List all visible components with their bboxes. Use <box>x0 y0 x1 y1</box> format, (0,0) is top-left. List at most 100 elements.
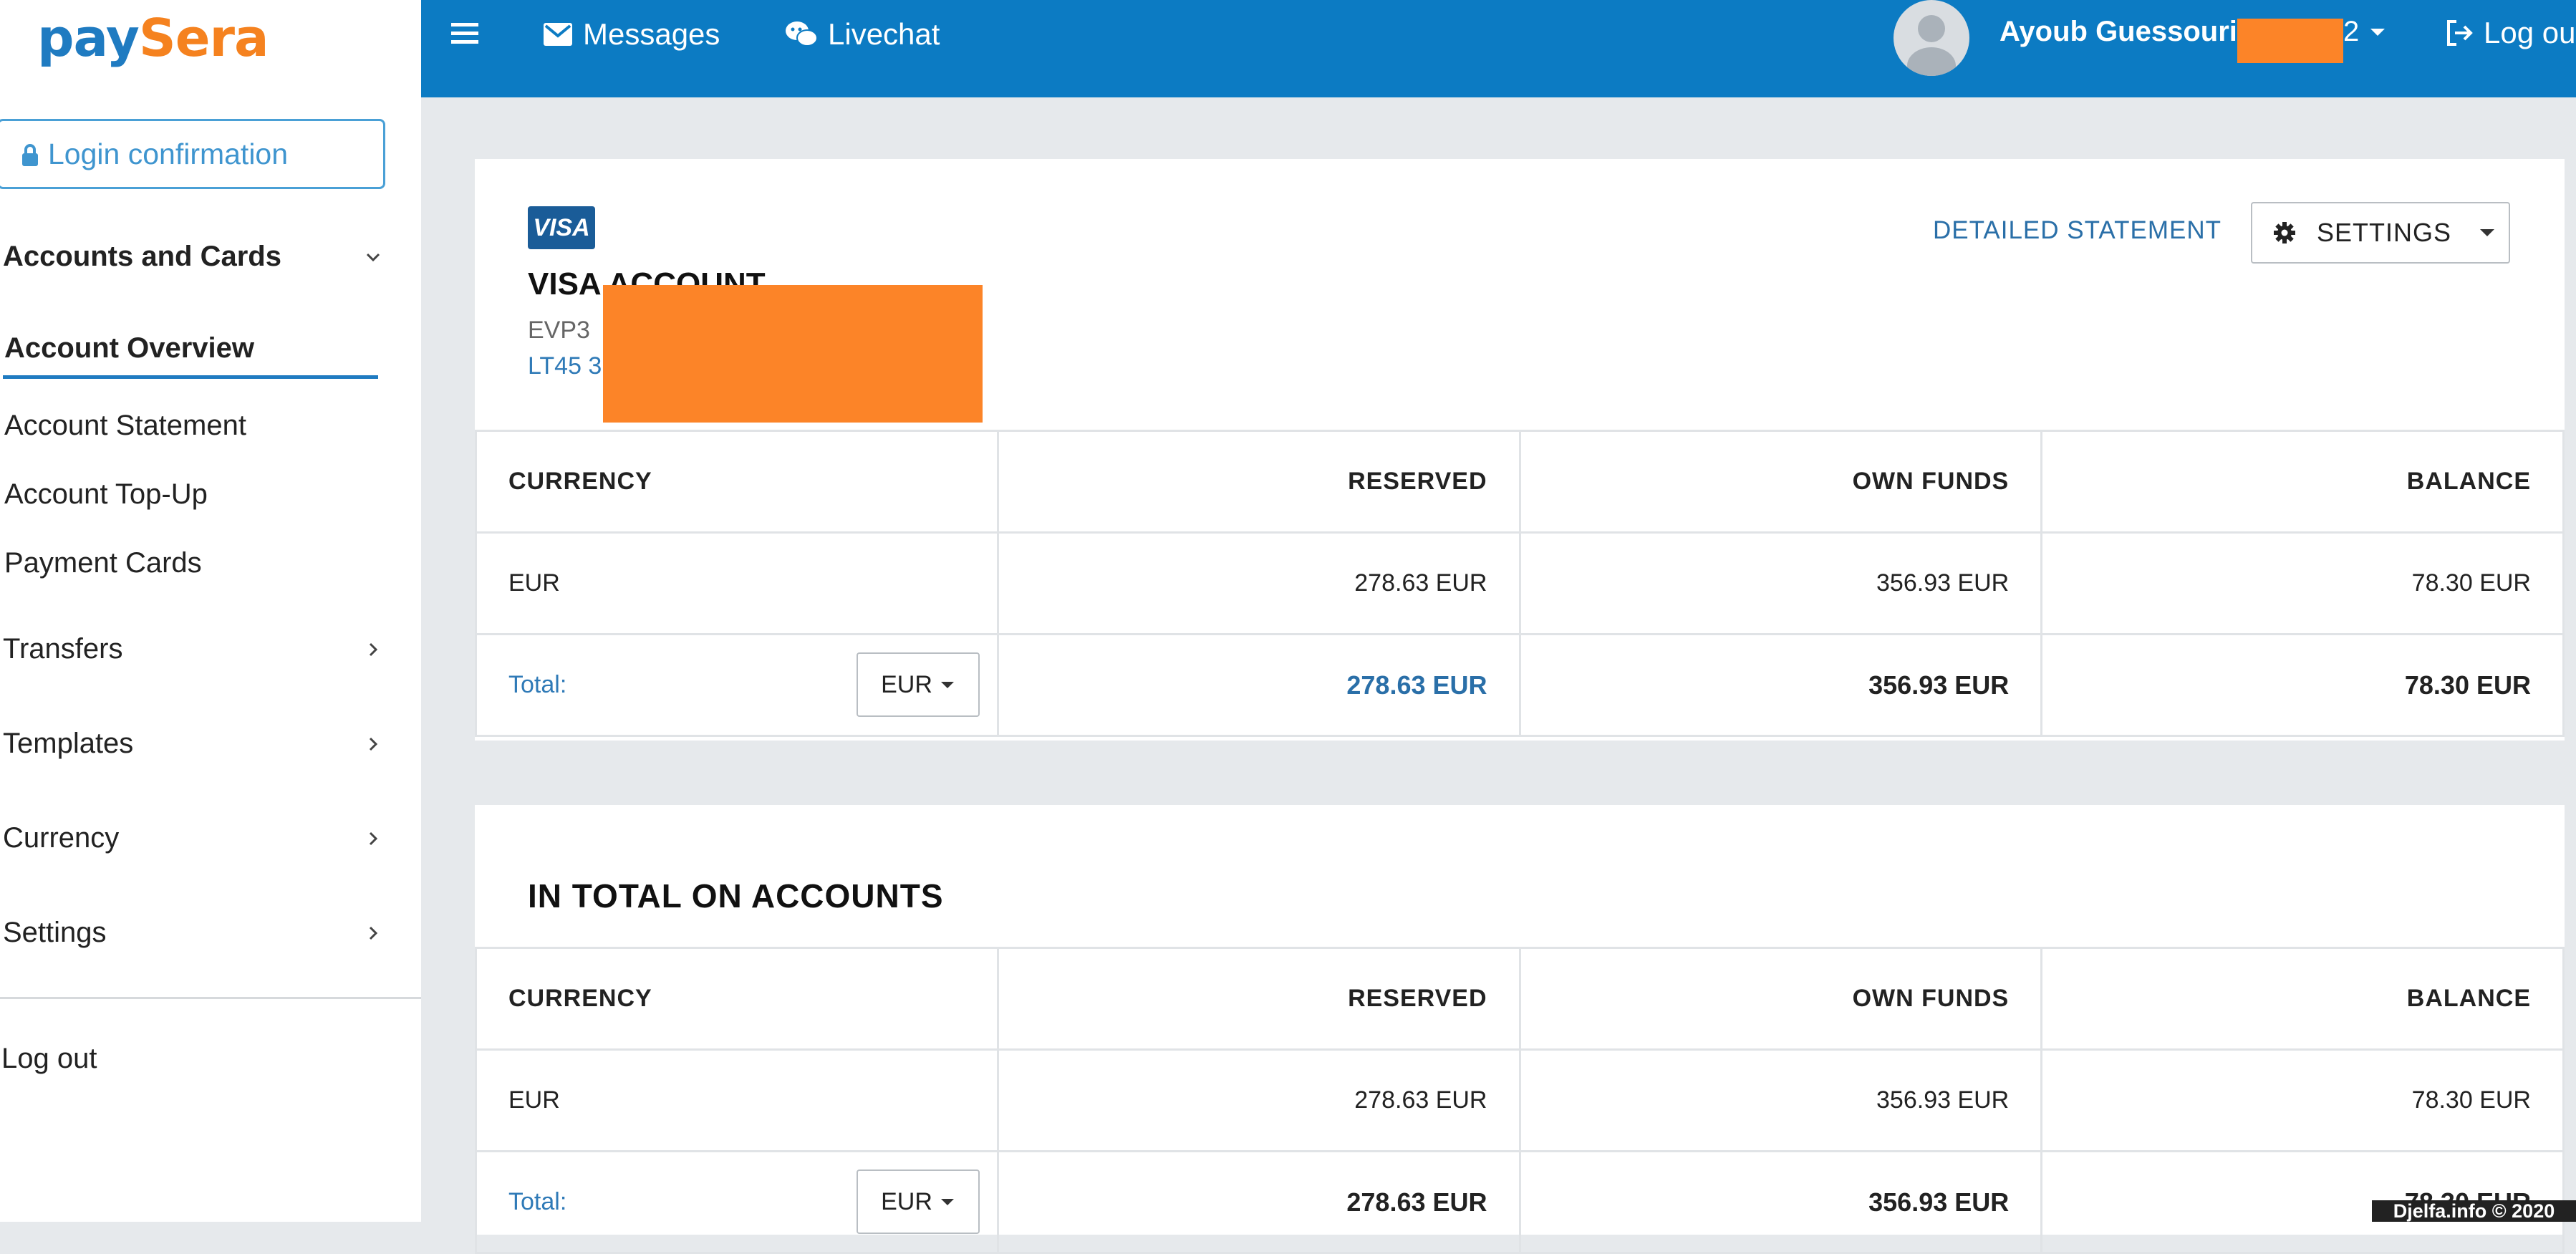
table-row: EUR 278.63 EUR 356.93 EUR 78.30 EUR <box>475 1048 2565 1152</box>
paysera-logo[interactable]: pay Sera <box>37 6 269 70</box>
balance-cell: 78.30 EUR <box>2040 531 2565 635</box>
user-silhouette-icon <box>1907 15 1956 76</box>
watermark: Djelfa.info © 2020 <box>2372 1200 2576 1222</box>
sidebar-section-label: Templates <box>3 728 134 759</box>
hamburger-icon <box>451 23 478 44</box>
column-header: OWN FUNDS <box>1518 430 2043 534</box>
gear-icon <box>2274 222 2295 243</box>
column-header: CURRENCY <box>475 947 999 1051</box>
livechat-link[interactable]: Livechat <box>785 17 940 52</box>
sidebar-section-label: Settings <box>3 917 107 948</box>
own-funds-cell: 356.93 EUR <box>1518 531 2043 635</box>
selected-currency: EUR <box>881 670 932 698</box>
redacted-area <box>603 285 983 423</box>
section-title: IN TOTAL ON ACCOUNTS <box>528 877 944 915</box>
column-header: BALANCE <box>2040 430 2565 534</box>
logo-part-sera: Sera <box>138 8 269 68</box>
total-label: Total: <box>508 1188 567 1215</box>
sidebar: pay Sera Login confirmation Accounts and … <box>0 0 421 1222</box>
settings-dropdown-button[interactable]: SETTINGS <box>2251 202 2510 264</box>
total-label-cell: Total: EUR <box>475 633 999 737</box>
currency-cell: EUR <box>475 531 999 635</box>
sidebar-section-transfers[interactable]: Transfers <box>3 633 382 665</box>
total-balance-table: CURRENCY RESERVED OWN FUNDS BALANCE EUR … <box>475 947 2565 1254</box>
sidebar-item-account-overview[interactable]: Account Overview <box>4 332 254 365</box>
active-item-underline <box>3 375 378 379</box>
user-menu-dropdown[interactable]: 2 <box>2343 16 2386 48</box>
messages-label: Messages <box>583 17 720 51</box>
sidebar-section-accounts-and-cards[interactable]: Accounts and Cards <box>3 241 382 273</box>
reserved-cell: 278.63 EUR <box>996 531 1521 635</box>
user-name-suffix: 2 <box>2343 16 2360 47</box>
column-header: RESERVED <box>996 430 1521 534</box>
account-iban[interactable]: LT45 3 <box>528 352 602 380</box>
account-evp-number: EVP3 <box>528 317 590 344</box>
selected-currency: EUR <box>881 1187 932 1215</box>
total-label-cell: Total: EUR <box>475 1150 999 1254</box>
sidebar-section-settings[interactable]: Settings <box>3 917 382 949</box>
caret-down-icon <box>940 682 954 688</box>
total-own-funds-cell: 356.93 EUR <box>1518 633 2043 737</box>
table-header-row: CURRENCY RESERVED OWN FUNDS BALANCE <box>475 430 2565 534</box>
currency-cell: EUR <box>475 1048 999 1152</box>
sidebar-section-label: Transfers <box>3 633 123 665</box>
column-header: OWN FUNDS <box>1518 947 2043 1051</box>
logout-label: Log ou <box>2484 16 2576 49</box>
total-balance-cell: 78.30 EUR <box>2040 633 2565 737</box>
lock-icon <box>22 144 38 166</box>
total-on-accounts-card: IN TOTAL ON ACCOUNTS CURRENCY RESERVED O… <box>475 805 2565 1254</box>
total-currency-select[interactable]: EUR <box>857 1169 980 1234</box>
sidebar-divider <box>0 997 421 999</box>
column-header: BALANCE <box>2040 947 2565 1051</box>
total-currency-select[interactable]: EUR <box>857 652 980 717</box>
messages-link[interactable]: Messages <box>543 17 720 52</box>
sidebar-item-account-top-up[interactable]: Account Top-Up <box>4 478 208 511</box>
chevron-right-icon <box>369 737 378 751</box>
user-menu[interactable]: Ayoub Guessouri <box>1999 16 2237 48</box>
caret-down-icon <box>2370 28 2386 36</box>
chevron-down-icon <box>366 253 380 261</box>
user-name: Ayoub Guessouri <box>1999 16 2237 47</box>
total-own-funds-cell: 356.93 EUR <box>1518 1150 2043 1254</box>
table-header-row: CURRENCY RESERVED OWN FUNDS BALANCE <box>475 947 2565 1051</box>
top-navigation-bar: Messages Livechat Ayoub Guessouri 2 Log … <box>421 0 2576 97</box>
caret-down-icon <box>2480 229 2495 236</box>
redacted-area <box>2237 19 2343 63</box>
sidebar-item-account-statement[interactable]: Account Statement <box>4 410 246 442</box>
chevron-right-icon <box>369 926 378 940</box>
column-header: RESERVED <box>996 947 1521 1051</box>
reserved-cell: 278.63 EUR <box>996 1048 1521 1152</box>
detailed-statement-link[interactable]: DETAILED STATEMENT <box>1933 216 2222 245</box>
login-confirmation-button[interactable]: Login confirmation <box>0 119 385 189</box>
avatar[interactable] <box>1894 0 1969 76</box>
logout-link[interactable]: Log ou <box>2445 16 2575 50</box>
total-reserved-cell: 278.63 EUR <box>996 1150 1521 1254</box>
total-row: Total: EUR 278.63 EUR 356.93 EUR 78.30 E… <box>475 633 2565 737</box>
sidebar-section-templates[interactable]: Templates <box>3 728 382 760</box>
total-row: Total: EUR 278.63 EUR 356.93 EUR 78.30 E… <box>475 1150 2565 1254</box>
menu-toggle-button[interactable] <box>451 21 478 44</box>
login-confirmation-label: Login confirmation <box>48 137 289 170</box>
livechat-label: Livechat <box>828 17 940 51</box>
settings-label: SETTINGS <box>2317 218 2452 247</box>
visa-logo-icon: VISA <box>528 206 595 249</box>
visa-badge-text: VISA <box>533 213 590 241</box>
sidebar-section-label: Accounts and Cards <box>3 241 281 272</box>
logo-part-pay: pay <box>37 8 140 68</box>
total-reserved-cell: 278.63 EUR <box>996 633 1521 737</box>
balance-cell: 78.30 EUR <box>2040 1048 2565 1152</box>
chevron-right-icon <box>369 831 378 845</box>
chat-bubbles-icon <box>786 21 818 47</box>
table-row: EUR 278.63 EUR 356.93 EUR 78.30 EUR <box>475 531 2565 635</box>
total-label: Total: <box>508 671 567 698</box>
account-balance-table: CURRENCY RESERVED OWN FUNDS BALANCE EUR … <box>475 430 2565 737</box>
sidebar-item-payment-cards[interactable]: Payment Cards <box>4 547 202 579</box>
envelope-icon <box>544 23 572 46</box>
sidebar-logout-link[interactable]: Log out <box>1 1043 97 1075</box>
account-card: VISA VISA ACCOUNT EVP3 LT45 3 DETAILED S… <box>475 159 2565 741</box>
own-funds-cell: 356.93 EUR <box>1518 1048 2043 1152</box>
caret-down-icon <box>940 1199 954 1205</box>
chevron-right-icon <box>369 642 378 656</box>
sidebar-section-currency[interactable]: Currency <box>3 822 382 854</box>
column-header: CURRENCY <box>475 430 999 534</box>
